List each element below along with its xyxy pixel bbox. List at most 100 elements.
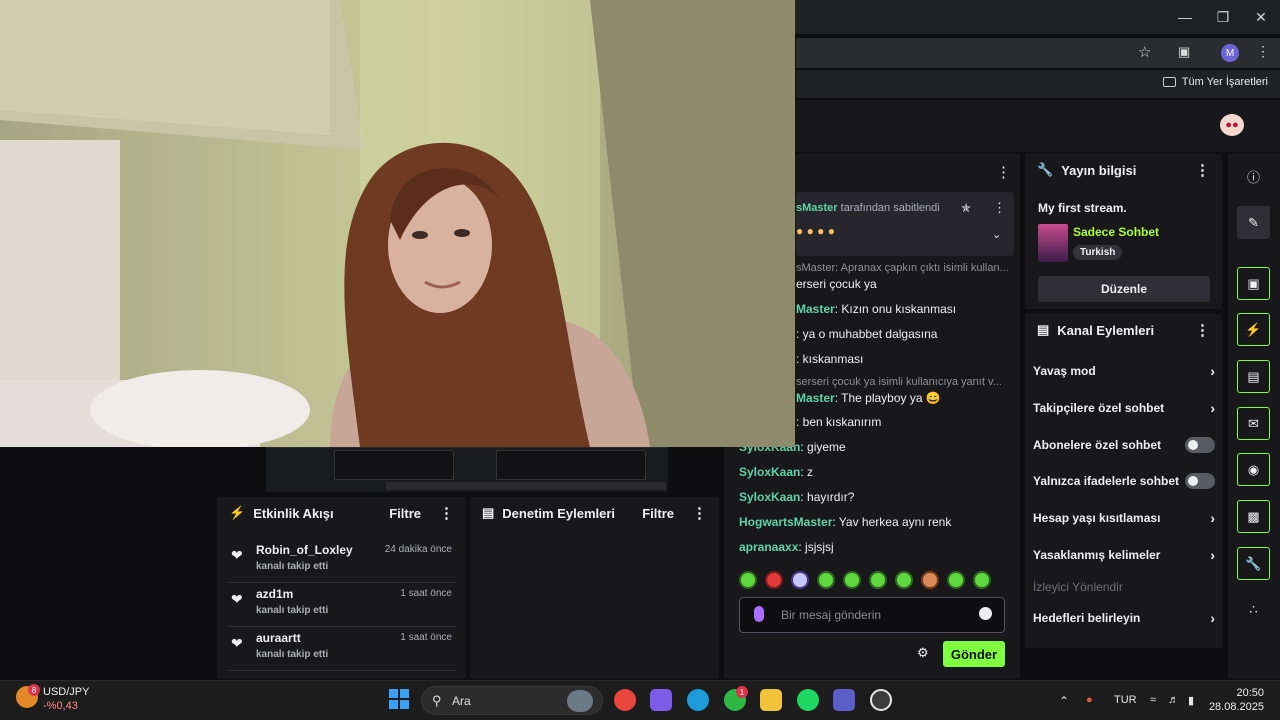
event-user[interactable]: Robin_of_Loxley [256,543,353,557]
bolt-icon[interactable]: ⚡ [1237,313,1270,346]
chat-options-icon[interactable]: ⋮ [996,163,1011,181]
language-indicator[interactable]: TUR [1114,694,1137,706]
copilot-icon[interactable] [650,689,672,711]
pinned-message[interactable]: sMaster tarafından sabitlendi ✯ ⋮ ● ● ● … [796,192,1014,256]
volume-icon[interactable]: ♬ [1168,694,1179,706]
file-explorer-icon[interactable] [760,689,782,711]
extensions-icon[interactable]: ▣ [1178,44,1190,60]
action-account-age[interactable]: Hesap yaşı kısıtlaması › [1033,507,1215,529]
chevron-right-icon: › [1210,610,1215,626]
stream-tag[interactable]: Turkish [1073,245,1123,260]
emote-icon[interactable] [765,571,783,589]
address-bar[interactable]: ☆ ▣ M ⋮ [796,38,1280,68]
raid-icon[interactable]: ▩ [1237,500,1270,533]
preview-taskbar [386,482,666,490]
chat-username[interactable]: HogwartsMaster [739,515,832,529]
action-subscribers-only[interactable]: Abonelere özel sohbet [1033,434,1215,456]
edge-icon[interactable] [687,689,709,711]
add-action-icon[interactable]: ∴ [1237,593,1270,626]
more-options-icon[interactable]: ⋮ [1195,161,1210,179]
pinned-by-user[interactable]: sMaster [796,202,838,214]
notes-icon[interactable]: ▤ [1237,360,1270,393]
event-user[interactable]: azd1m [256,587,293,601]
minimize-icon[interactable]: — [1166,0,1204,34]
emote-icon[interactable] [973,571,991,589]
chat-username[interactable]: SyloxKaan [739,490,800,504]
chat-username[interactable]: apranaaxx [739,540,798,554]
stream-category[interactable]: Sadece Sohbet [1073,225,1159,239]
close-icon[interactable]: ✕ [1242,0,1280,34]
action-slow-mode[interactable]: Yavaş mod › [1033,360,1215,382]
user-avatar[interactable]: ●● [1220,114,1244,136]
event-feed-panel: ⚡ Etkinlik Akışı Filtre ⋮ ❤ Robin_of_Lox… [217,497,466,678]
more-options-icon[interactable]: ⋮ [439,504,454,522]
event-user[interactable]: auraartt [256,631,301,645]
microphone-tray-icon[interactable]: ● [1086,694,1093,706]
edit-icon[interactable]: ✎ [1237,206,1270,239]
chat-message-input[interactable]: Bir mesaj gönderin [739,597,1005,633]
action-emote-only[interactable]: Yalnızca ifadelerle sohbet [1033,470,1215,492]
chevron-down-icon[interactable]: ⌄ [992,228,1001,241]
mod-filter-button[interactable]: Filtre [642,506,674,521]
more-options-icon[interactable]: ⋮ [692,504,707,522]
chrome-icon[interactable] [614,689,636,711]
action-raid: İzleyici Yönlendir [1033,576,1215,598]
edit-button[interactable]: Düzenle [1038,276,1210,302]
chat-message: apranaaxx: jsjsjsj [739,540,1016,554]
event-filter-button[interactable]: Filtre [389,506,421,521]
wifi-icon[interactable]: ≈ [1150,694,1156,706]
pin-options-icon[interactable]: ⋮ [993,200,1006,216]
chat-username[interactable]: SyloxKaan [739,465,800,479]
emote-only-toggle[interactable] [1185,473,1215,489]
spotify-icon[interactable] [797,689,819,711]
chat-text: : kıskanması [796,352,864,366]
chat-message: SyloxKaan: hayırdır? [739,490,1016,504]
microphone-icon[interactable] [754,606,764,622]
emote-icon[interactable] [869,571,887,589]
emote-picker-icon[interactable] [979,607,992,620]
emote-icon[interactable] [921,571,939,589]
send-button[interactable]: Gönder [943,641,1005,667]
chat-settings-icon[interactable]: ⚙ [917,645,929,661]
subscribers-only-toggle[interactable] [1185,437,1215,453]
chat-username[interactable]: Master [796,391,835,405]
wrench-icon[interactable]: 🔧 [1237,547,1270,580]
maximize-icon[interactable]: ❐ [1204,0,1242,34]
broadcast-icon[interactable]: ◉ [1237,453,1270,486]
clock-date[interactable]: 28.08.2025 [1208,701,1264,713]
info-icon[interactable]: ⓘ [1237,160,1270,193]
action-followers-only[interactable]: Takipçilere özel sohbet › [1033,397,1215,419]
more-options-icon[interactable]: ⋮ [1195,321,1210,339]
emote-icon[interactable] [895,571,913,589]
pinned-header: sMaster tarafından sabitlendi [796,202,940,214]
teams-icon[interactable] [833,689,855,711]
chat-text: : giyeme [800,440,846,454]
ticker-symbol[interactable]: USD/JPY [43,686,89,698]
profile-avatar[interactable]: M [1221,44,1239,62]
action-banned-words[interactable]: Yasaklanmış kelimeler › [1033,544,1215,566]
star-icon[interactable]: ☆ [1138,43,1151,61]
pinned-emotes: ● ● ● ● [796,224,835,238]
chat-message: : kıskanması [796,352,1016,366]
clock-time[interactable]: 20:50 [1228,687,1264,699]
battery-icon[interactable]: ▮ [1188,694,1194,707]
preview-chat [496,450,646,480]
clip-icon[interactable]: ▣ [1237,267,1270,300]
all-bookmarks[interactable]: Tüm Yer İşaretleri [1162,76,1268,88]
emote-icon[interactable] [817,571,835,589]
action-set-goals[interactable]: Hedefleri belirleyin › [1033,607,1215,629]
pin-icon[interactable]: ✯ [961,201,971,215]
obs-icon[interactable] [870,689,892,711]
emote-icon[interactable] [791,571,809,589]
browser-menu-icon[interactable]: ⋮ [1256,43,1270,60]
emote-icon[interactable] [739,571,757,589]
emote-icon[interactable] [843,571,861,589]
chat-bubble-icon[interactable]: ✉ [1237,407,1270,440]
taskbar-search[interactable]: ⚲ Ara [421,686,603,715]
emote-icon[interactable] [947,571,965,589]
tray-chevron-icon[interactable]: ⌃ [1059,694,1069,708]
action-label: Hedefleri belirleyin [1033,611,1141,625]
windows-start-icon[interactable] [389,689,409,709]
chat-username[interactable]: Master [796,302,835,316]
chat-message: Master: Kızın onu kıskanması [796,302,1016,316]
